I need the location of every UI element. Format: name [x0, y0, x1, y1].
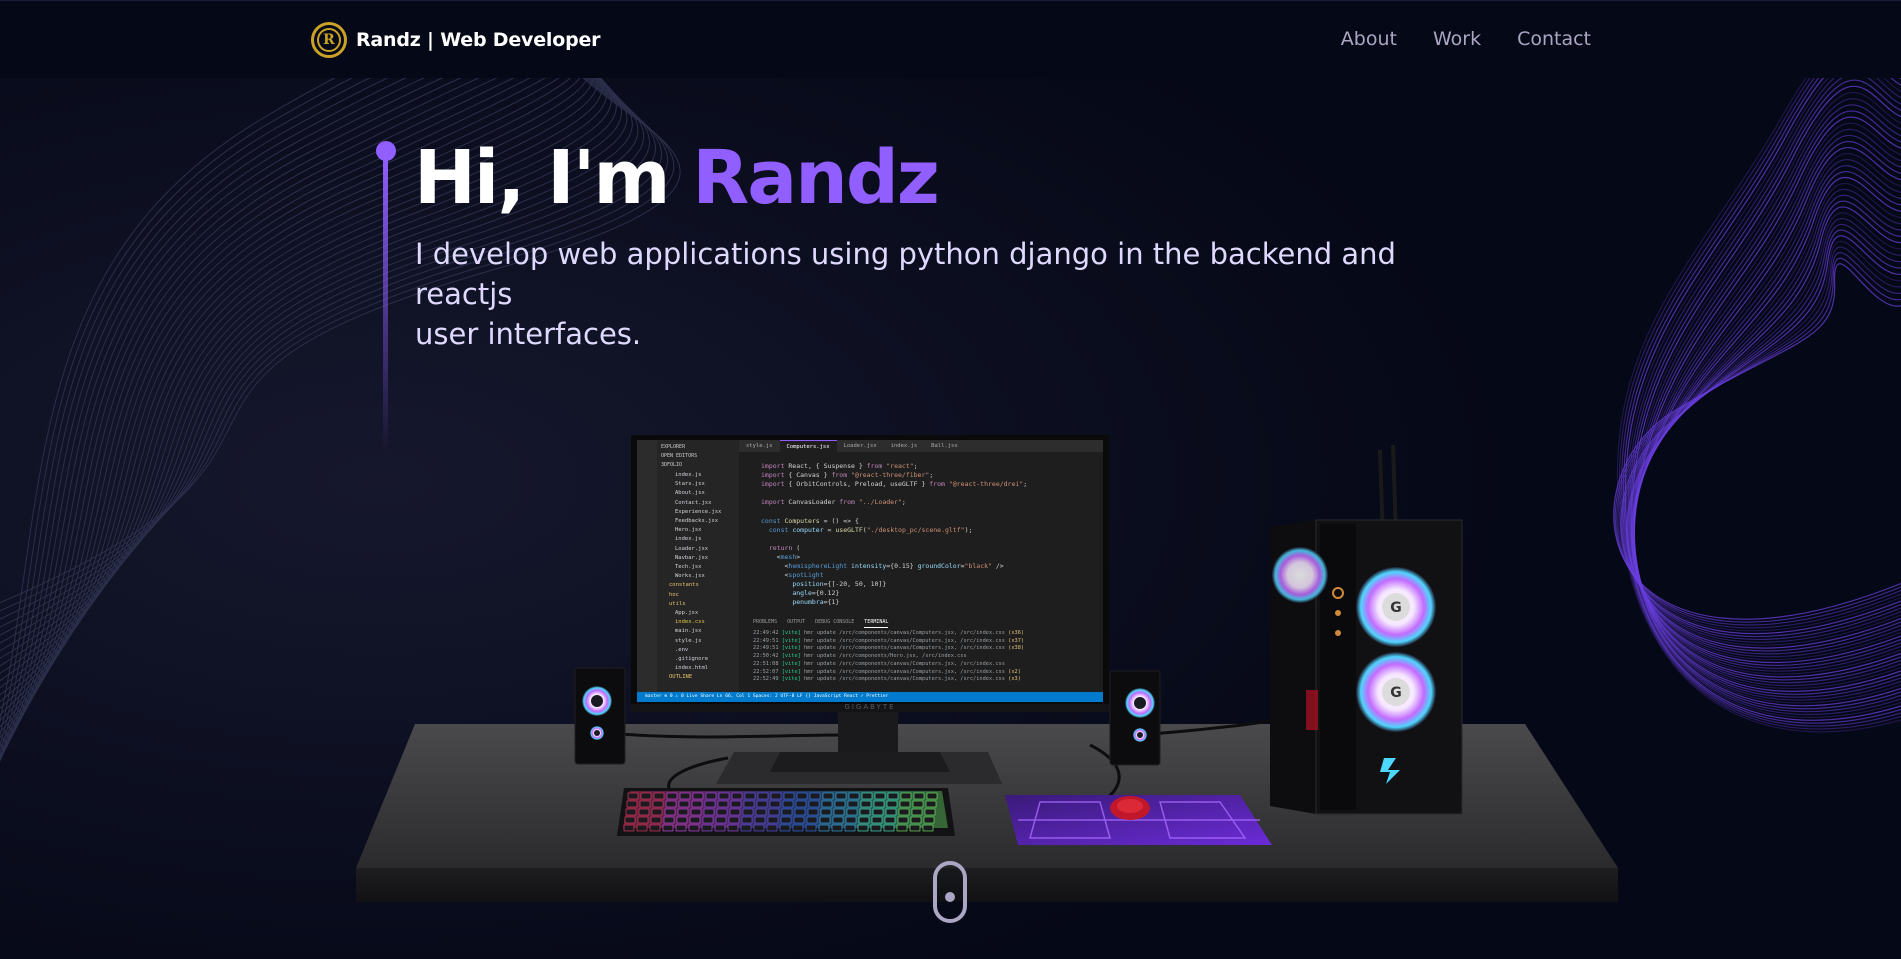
explorer-item: constants [669, 582, 699, 589]
vscode-explorer: EXPLORER OPEN EDITORS 3DFOLIO index.js St… [657, 440, 739, 692]
terminal-time: 22:49:51 [753, 637, 782, 644]
panel-tab: TERMINAL [864, 616, 889, 628]
terminal-text: hmr update /src/components/canvas/Comput… [804, 645, 1009, 652]
terminal-line: 22:52:49 [vite] hmr update /src/componen… [753, 676, 1103, 684]
monitor-brand: GIGABYTE [844, 703, 895, 711]
terminal-text: hmr update /src/components/canvas/Comput… [804, 668, 1009, 675]
terminal-cmd: [vite] [781, 676, 805, 683]
explorer-item: hoc [669, 591, 679, 598]
terminal-time: 22:52:49 [753, 676, 782, 683]
vscode-editor: import React, { Suspense } from "react";… [761, 462, 1028, 607]
explorer-item: Experience.jsx [675, 508, 722, 515]
scroll-indicator-dot [945, 892, 955, 902]
explorer-item: main.jsx [675, 628, 702, 635]
terminal-count: (x36) [1008, 630, 1025, 636]
explorer-item: OUTLINE [669, 674, 693, 681]
terminal-time: 22:49:51 [753, 645, 782, 652]
explorer-item: index.html [675, 665, 709, 672]
panel-tab: PROBLEMS [753, 619, 778, 625]
vscode-status-bar: master ⊗ 0 ⚠ 0 Live Share Ln 66, Col 1 S… [637, 692, 1103, 702]
scroll-down-button[interactable] [933, 861, 967, 923]
terminal-time: 22:49:42 [753, 630, 782, 636]
explorer-item: Loader.jsx [675, 545, 709, 552]
terminal-line: 22:49:51 [vite] hmr update /src/componen… [753, 645, 1103, 653]
terminal-time: 22:50:42 [753, 653, 782, 660]
editor-tab: index.js [890, 443, 918, 449]
explorer-item: .env [675, 646, 689, 653]
explorer-item: index.js [675, 472, 702, 478]
mouse-pad [1005, 795, 1272, 845]
right-speaker [1109, 670, 1161, 766]
terminal-cmd: [vite] [781, 668, 805, 675]
terminal-count: (x37) [1008, 637, 1025, 644]
editor-tab: Loader.jsx [843, 443, 877, 449]
explorer-item: index.js [675, 536, 702, 543]
open-editors-label: OPEN EDITORS [661, 453, 698, 459]
terminal-line: 22:49:51 [vite] hmr update /src/componen… [753, 638, 1103, 646]
svg-text:G: G [1390, 685, 1402, 701]
explorer-item: .gitignore [675, 656, 709, 663]
editor-tab: style.js [746, 443, 773, 449]
editor-tab: Ball.jsx [931, 443, 958, 449]
explorer-item: Stars.jsx [675, 481, 705, 488]
project-label: 3DFOLIO [661, 462, 683, 468]
explorer-item: Feedbacks.jsx [675, 518, 719, 525]
explorer-file-list: index.js Stars.jsx About.jsx Contact.jsx Exp… [661, 471, 735, 683]
terminal-line: 22:51:08 [vite] hmr update /src/componen… [753, 661, 1103, 669]
terminal-cmd: [vite] [781, 637, 805, 644]
pc-tower: G G [1270, 444, 1463, 815]
terminal-count: (x38) [1008, 645, 1025, 652]
terminal-cmd: [vite] [781, 660, 805, 667]
explorer-item: Works.jsx [675, 573, 705, 580]
explorer-item: index.css [675, 619, 705, 626]
svg-text:G: G [1390, 600, 1402, 616]
explorer-item: Contact.jsx [675, 499, 712, 506]
panel-tab: OUTPUT [787, 619, 806, 625]
vscode-activity-bar [637, 440, 657, 702]
terminal-text: hmr update /src/components/Hero.jsx, /sr… [804, 653, 967, 660]
explorer-item: App.jsx [675, 610, 699, 617]
terminal-count: (x2) [1008, 668, 1021, 675]
terminal-time: 22:51:08 [753, 660, 782, 667]
terminal-time: 22:52:07 [753, 668, 782, 675]
explorer-item: Tech.jsx [675, 564, 702, 571]
terminal-text: hmr update /src/components/canvas/Comput… [804, 637, 1009, 644]
panel-tab: DEBUG CONSOLE [815, 619, 855, 625]
monitor-screen-vscode: EXPLORER OPEN EDITORS 3DFOLIO index.js St… [637, 440, 1103, 702]
vscode-tabs: style.js Computers.jsx Loader.jsx index.js B… [739, 440, 1103, 452]
terminal-line: 22:49:42 [vite] hmr update /src/componen… [753, 630, 1103, 638]
explorer-title: EXPLORER [661, 444, 686, 450]
terminal-cmd: [vite] [781, 653, 805, 660]
keyboard [617, 788, 955, 836]
vscode-terminal: 22:49:42 [vite] hmr update /src/componen… [739, 630, 1103, 692]
terminal-text: hmr update /src/components/canvas/Comput… [804, 676, 1009, 683]
terminal-cmd: [vite] [781, 645, 805, 652]
explorer-item: style.js [675, 637, 702, 644]
explorer-item: Hero.jsx [675, 527, 702, 534]
terminal-text: hmr update /src/components/canvas/Comput… [804, 630, 1009, 636]
terminal-text: hmr update /src/components/canvas/Comput… [804, 660, 1005, 667]
terminal-line: 22:50:42 [vite] hmr update /src/componen… [753, 653, 1103, 661]
editor-tab: Computers.jsx [779, 440, 837, 452]
terminal-cmd: [vite] [781, 630, 805, 636]
explorer-item: About.jsx [675, 490, 705, 497]
explorer-item: utils [669, 600, 686, 607]
vscode-panel-tabs: PROBLEMS OUTPUT DEBUG CONSOLE TERMINAL [739, 616, 1103, 628]
explorer-item: Navbar.jsx [675, 554, 709, 561]
left-speaker [574, 667, 626, 765]
terminal-line: 22:52:07 [vite] hmr update /src/componen… [753, 669, 1103, 677]
terminal-count: (x3) [1008, 676, 1021, 683]
